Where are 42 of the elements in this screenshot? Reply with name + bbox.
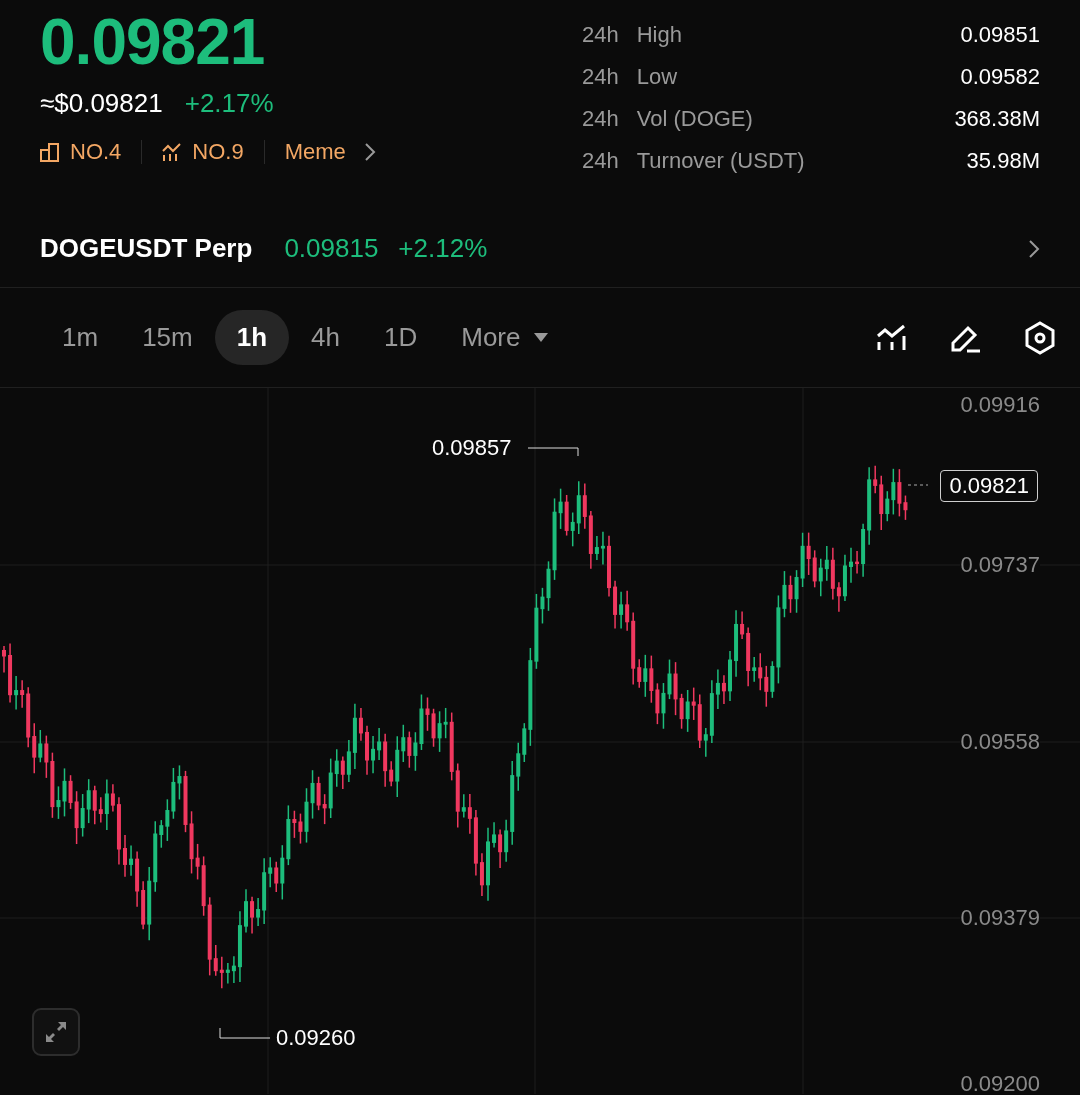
high-price-label: 0.09857: [432, 435, 512, 461]
usd-price: ≈$0.09821: [40, 88, 163, 119]
fullscreen-button[interactable]: [32, 1008, 80, 1056]
last-price: 0.09821: [40, 5, 266, 80]
stat-label: Low: [636, 63, 679, 91]
indicator-chart-icon[interactable]: [876, 323, 908, 352]
stat-period: 24h: [582, 147, 619, 175]
stat-value: 0.09582: [959, 63, 1040, 91]
price-change: +2.17%: [184, 88, 274, 119]
last-price-tag: 0.09821: [940, 470, 1038, 502]
stat-period: 24h: [582, 63, 619, 91]
timeframe-tab[interactable]: 1D: [361, 310, 440, 365]
timeframe-tab[interactable]: 1h: [214, 310, 290, 365]
contract-change: +2.12%: [398, 233, 489, 264]
settings-icon[interactable]: [1024, 320, 1056, 355]
expand-icon: [44, 1020, 68, 1044]
trend-chart-icon: [162, 142, 183, 162]
category-link[interactable]: Meme: [284, 139, 346, 165]
stat-value: 35.98M: [965, 147, 1040, 175]
leader-line: [219, 1027, 271, 1039]
more-dropdown[interactable]: More: [439, 310, 571, 365]
stat-value: 368.38M: [954, 105, 1040, 133]
leader-line: [907, 484, 929, 486]
chevron-right-icon: [363, 142, 376, 162]
stat-label: Turnover (USDT): [636, 147, 806, 175]
rank-label: NO.4: [70, 139, 122, 165]
chevron-right-icon[interactable]: [1028, 238, 1040, 259]
bar-chart-icon: [40, 142, 60, 162]
contract-name[interactable]: DOGEUSDT Perp: [40, 233, 253, 264]
stat-label: High: [636, 21, 683, 49]
low-price-label: 0.09260: [276, 1025, 356, 1051]
stat-value: 0.09851: [959, 21, 1040, 49]
stat-period: 24h: [582, 105, 619, 133]
contract-price: 0.09815: [284, 233, 379, 264]
timeframe-tab[interactable]: 4h: [289, 310, 362, 365]
stat-period: 24h: [582, 21, 619, 49]
rank-label: NO.9: [192, 139, 244, 165]
stat-label: Vol (DOGE): [636, 105, 754, 133]
timeframe-tab[interactable]: 1m: [40, 310, 121, 365]
leader-line: [527, 447, 579, 457]
timeframe-tab[interactable]: 15m: [120, 310, 215, 365]
caret-down-icon: [534, 333, 549, 342]
